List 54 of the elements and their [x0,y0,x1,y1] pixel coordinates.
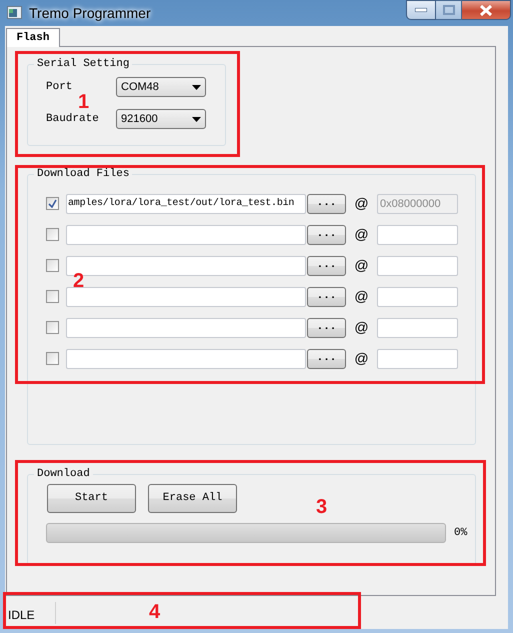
at-sign: @ [353,194,370,213]
dropdown[interactable]: COM48 [116,77,206,97]
browse-button[interactable]: ... [307,256,346,276]
close-icon [480,4,492,16]
group-title: Download Files [36,168,130,181]
check-icon [48,199,57,208]
address-field[interactable] [377,256,458,276]
file-path-field[interactable] [66,224,306,244]
address-field[interactable] [377,224,458,244]
field-label: Port [46,80,74,95]
at-sign: @ [353,225,370,244]
app-icon [7,6,23,20]
maximize-icon [442,5,454,15]
address-field[interactable] [377,318,458,338]
progress-reading: 0% [454,526,468,541]
browse-button[interactable]: ... [307,348,346,368]
minimize-icon [415,8,427,12]
close-button[interactable] [462,0,511,20]
group-title: Download [36,468,91,481]
caret-icon [192,84,201,90]
maximize-button[interactable] [436,0,462,20]
browse-button[interactable]: ... [307,286,346,306]
at-sign: @ [353,349,370,368]
status-text: IDLE [8,607,35,624]
annotation-number: 1 [78,92,90,112]
annotation-number: 4 [149,602,160,622]
checkbox[interactable] [46,321,59,334]
at-sign: @ [353,287,370,306]
minimize-button[interactable] [406,0,436,20]
annotation-number: 2 [73,271,84,291]
file-path-field[interactable] [66,286,306,306]
at-sign: @ [353,318,370,337]
address-field[interactable] [377,348,458,368]
dropdown[interactable]: 921600 [116,109,206,129]
checkbox[interactable] [46,290,59,303]
window-title: Tremo Programmer [29,4,151,23]
dropdown-value: 921600 [121,112,158,127]
dropdown-value: COM48 [121,80,159,95]
field-label: Baudrate [46,112,100,127]
browse-button[interactable]: ... [307,224,346,244]
file-path-field[interactable] [66,348,306,368]
caret-icon [192,116,201,122]
at-sign: @ [353,256,370,275]
action-button[interactable]: Erase All [148,484,237,513]
file-path-field[interactable] [66,318,306,338]
action-button[interactable]: Start [47,484,136,513]
tab[interactable]: Flash [6,28,60,47]
browse-button[interactable]: ... [307,318,346,338]
annotation-number: 3 [316,497,328,517]
checkbox[interactable] [46,352,59,365]
address-field[interactable] [377,286,458,306]
checkbox[interactable] [46,259,59,272]
group-title: Serial Setting [36,58,130,71]
checkbox[interactable] [46,228,59,241]
